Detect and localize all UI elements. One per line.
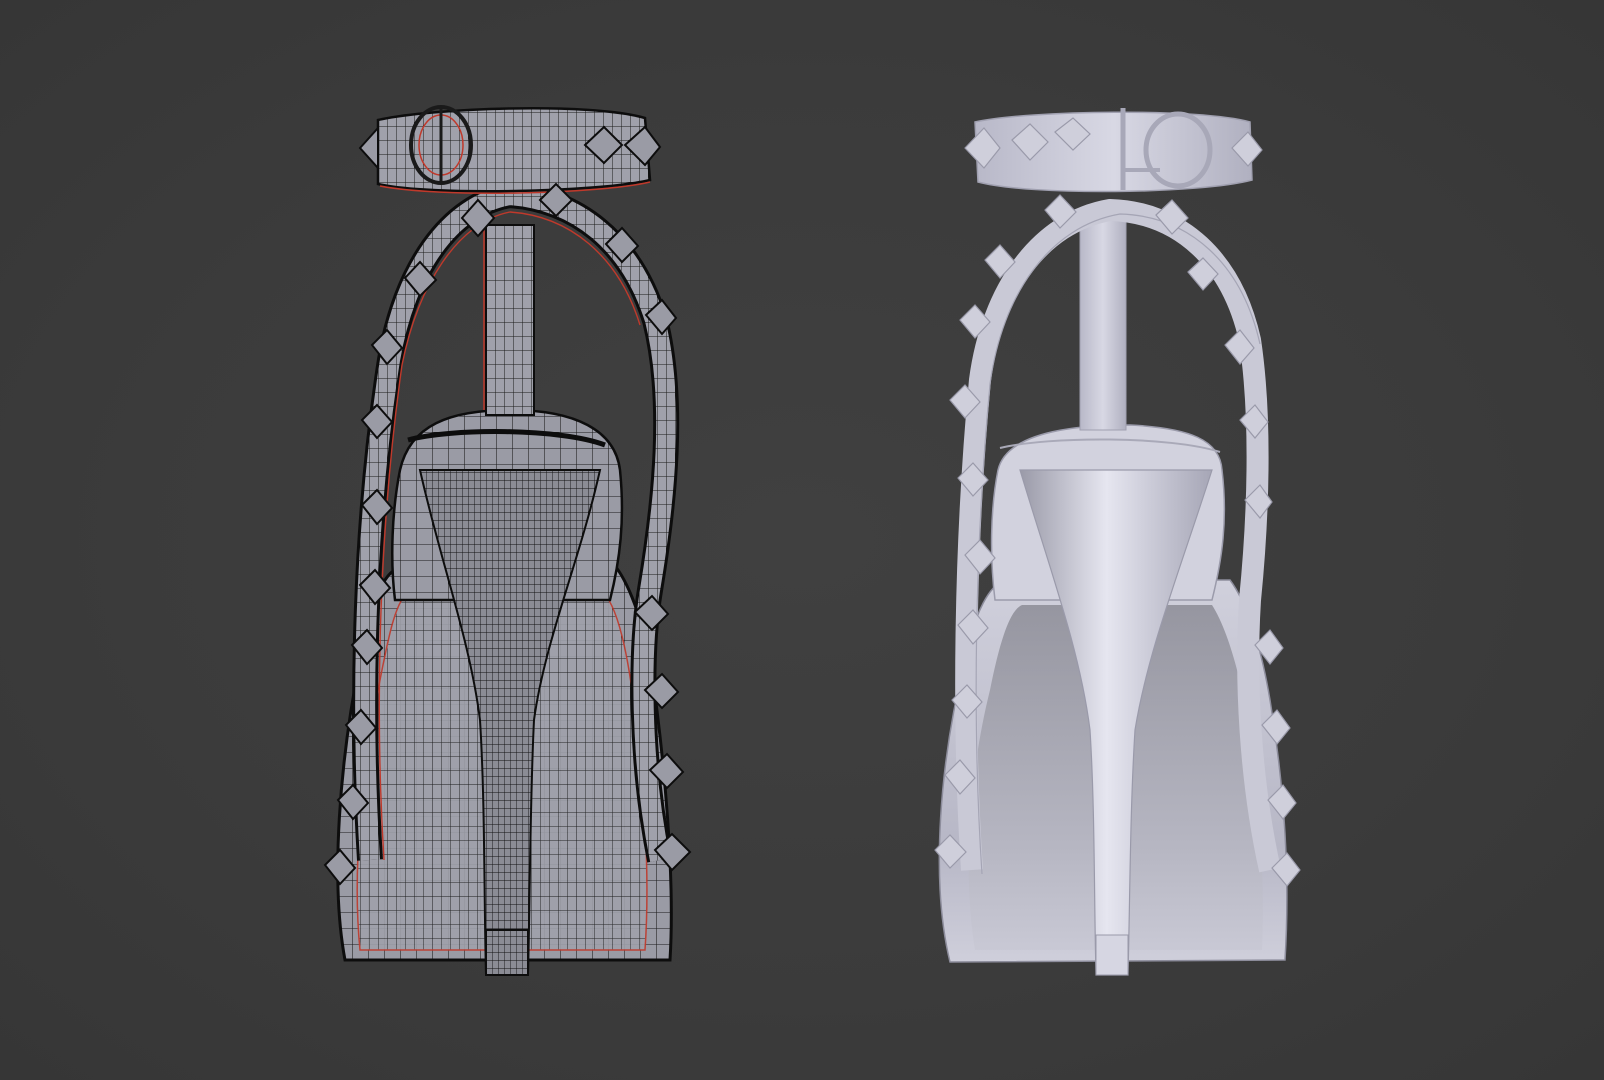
3d-viewport[interactable] — [0, 0, 1604, 1080]
wireframe-t-strap — [485, 224, 535, 416]
solid-shoe-model[interactable] — [934, 108, 1301, 976]
viewport-canvas[interactable] — [0, 0, 1604, 1080]
solid-t-strap — [1079, 214, 1127, 431]
wireframe-shoe-model[interactable] — [323, 105, 692, 976]
